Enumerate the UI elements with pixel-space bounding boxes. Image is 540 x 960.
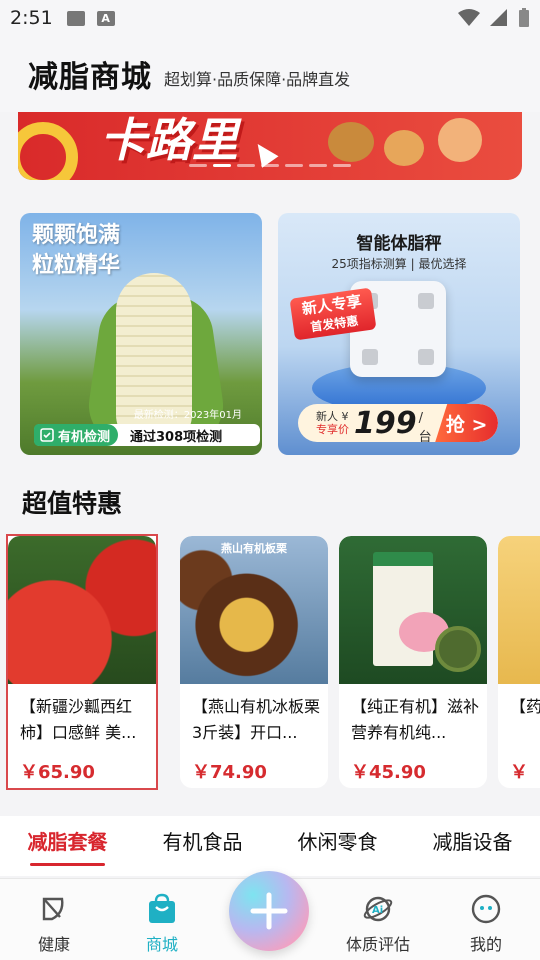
text-notification-icon: A (96, 10, 115, 26)
corn-test-date: 最新检测：2023年01月 (133, 410, 242, 421)
nav-me-label: 我的 (469, 935, 502, 954)
product-name: 【燕山有机冰板栗3斤装】开口... (192, 697, 321, 742)
nav-assessment[interactable]: Ai 体质评估 (338, 893, 418, 955)
clipboard-check-icon (40, 428, 54, 442)
product-price: ￥74.90 (192, 762, 267, 783)
product-name: 【纯正有机】滋补营养有机纯... (351, 697, 480, 742)
product-image-chestnut: 燕山有机板栗 (180, 536, 328, 684)
tab-organic-food[interactable]: 有机食品 (135, 816, 270, 876)
shopping-bag-icon (149, 893, 175, 923)
scale-electrode (362, 349, 378, 365)
deal-products-list[interactable]: 【新疆沙瓤西红柿】口感鲜 美... ￥65.90 燕山有机板栗 【燕山有机冰板栗… (0, 528, 540, 790)
banner-ring-decoration (18, 122, 78, 180)
face-icon (471, 894, 501, 924)
battery-icon (519, 8, 529, 27)
corn-title: 颗颗饱满 粒粒精华 (32, 221, 120, 281)
donut-icon (438, 118, 482, 162)
scale-price-unit: /台 (418, 411, 432, 442)
product-card-partial[interactable]: 【药 ￥ (498, 536, 540, 788)
organic-badge-text: 有机检测 (58, 429, 111, 445)
cookie-icon (384, 130, 424, 166)
carousel-dot[interactable] (333, 164, 351, 167)
plus-icon (250, 892, 288, 930)
leaf-icon (42, 897, 64, 921)
section-title: 超值特惠 (22, 489, 123, 518)
promo-card-scale[interactable]: 智能体脂秤 25项指标测算 | 最优选择 新人专享 首发特惠 新人 ¥ 专享价 … (278, 213, 520, 455)
organic-test-badge: 有机检测 通过308项检测 (34, 424, 260, 446)
status-time: 2:51 (10, 7, 53, 29)
carousel-dot[interactable] (189, 164, 207, 167)
burger-icon (328, 122, 374, 162)
test-count-text: 通过308项检测 (130, 429, 223, 445)
organic-badge-label: 有机检测 (34, 424, 119, 446)
status-notification-icons: A (66, 10, 115, 26)
scale-electrode (418, 349, 434, 365)
tab-fat-loss-devices[interactable]: 减脂设备 (405, 816, 540, 876)
lotus-seedpod (435, 626, 481, 672)
carousel-dot-active[interactable] (213, 164, 231, 167)
grab-button[interactable]: 抢 > (435, 404, 498, 442)
scale-title: 智能体脂秤 (356, 234, 442, 254)
scale-price-pill: 新人 ¥ 专享价 199 /台 抢 > (298, 404, 498, 442)
signal-icon (490, 9, 507, 26)
banner-carousel-dots (18, 164, 522, 167)
nav-add-button[interactable] (229, 871, 309, 951)
tab-snacks[interactable]: 休闲零食 (270, 816, 405, 876)
product-image-lotus (339, 536, 487, 684)
image-notification-icon (66, 10, 85, 26)
product-card-lotus[interactable]: 【纯正有机】滋补营养有机纯... ￥45.90 (339, 536, 487, 788)
status-bar: 2:51 A (0, 0, 540, 36)
product-price: ￥ (510, 762, 528, 783)
ai-planet-icon: Ai (363, 896, 393, 922)
promo-card-corn[interactable]: 颗颗饱满 粒粒精华 最新检测：2023年01月 有机检测 通过308项检测 (20, 213, 262, 455)
promo-banner[interactable]: 卡路里 (18, 112, 522, 180)
category-tabs: 减脂套餐 有机食品 休闲零食 减脂设备 (0, 816, 540, 876)
tab-fat-loss-package[interactable]: 减脂套餐 (0, 816, 135, 876)
nav-mall[interactable]: 商城 (122, 893, 202, 955)
product-name: 【药 (510, 697, 540, 716)
nav-assessment-label: 体质评估 (345, 935, 410, 954)
page-subtitle: 超划算·品质保障·品牌直发 (164, 70, 351, 89)
product-card-tomato[interactable]: 【新疆沙瓤西红柿】口感鲜 美... ￥65.90 (6, 534, 158, 790)
price-label-line1: 新人 ¥ (316, 410, 349, 423)
svg-text:Ai: Ai (372, 905, 383, 916)
product-name: 【新疆沙瓤西红柿】口感鲜 美... (20, 697, 137, 742)
product-price: ￥65.90 (20, 762, 95, 783)
page-title: 减脂商城 (28, 60, 152, 95)
nav-health-label: 健康 (37, 935, 70, 954)
carousel-dot[interactable] (261, 164, 279, 167)
carousel-dot[interactable] (237, 164, 255, 167)
product-image-tag: 燕山有机板栗 (221, 542, 287, 555)
nav-health[interactable]: 健康 (14, 893, 94, 955)
corn-title-line1: 颗颗饱满 (32, 223, 121, 248)
product-image-tomato (8, 536, 156, 684)
nav-mall-label: 商城 (145, 935, 178, 954)
wifi-icon (458, 9, 480, 26)
status-right (458, 8, 530, 28)
page-header: 减脂商城 超划算·品质保障·品牌直发 (0, 36, 540, 112)
scale-price: 199 (354, 405, 417, 441)
scale-electrode (418, 293, 434, 309)
product-price: ￥45.90 (351, 762, 426, 783)
scale-subtitle: 25项指标测算 | 最优选择 (331, 257, 467, 271)
banner-headline: 卡路里 (100, 113, 238, 167)
price-label: 新人 ¥ 专享价 (298, 410, 354, 436)
carousel-dot[interactable] (285, 164, 303, 167)
product-card-chestnut[interactable]: 燕山有机板栗 【燕山有机冰板栗3斤装】开口... ￥74.90 (180, 536, 328, 788)
carousel-dot[interactable] (309, 164, 327, 167)
product-image-partial (498, 536, 540, 684)
nav-me[interactable]: 我的 (446, 893, 526, 955)
bottom-nav: 健康 商城 Ai 体质评估 我的 (0, 871, 540, 960)
price-label-line2: 专享价 (316, 423, 349, 436)
corn-title-line2: 粒粒精华 (32, 253, 121, 278)
